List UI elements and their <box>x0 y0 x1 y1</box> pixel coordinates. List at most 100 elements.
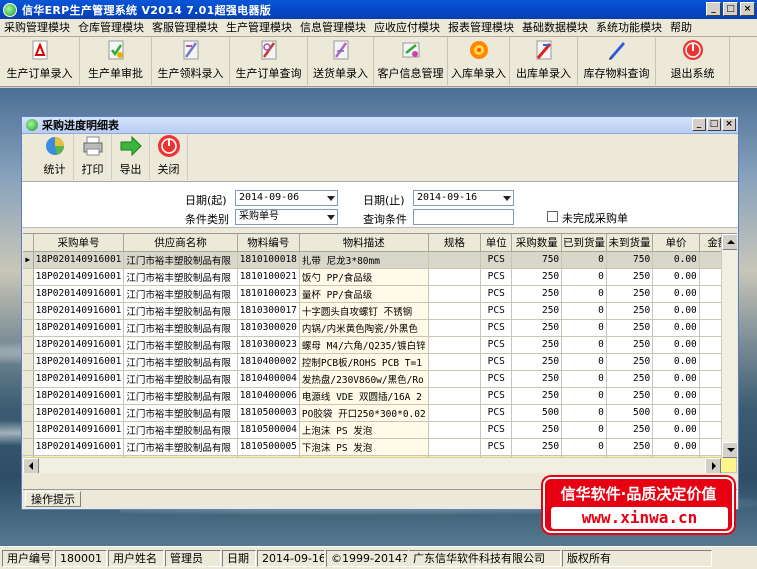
table-cell[interactable]: 量杯 PP/食品级 <box>299 285 429 303</box>
minimize-button[interactable]: _ <box>706 2 721 16</box>
exit-system-button[interactable]: 退出系统 <box>656 37 730 85</box>
table-cell[interactable]: 250 <box>606 421 654 439</box>
table-cell[interactable]: 0 <box>561 268 607 286</box>
column-header[interactable]: 单位 <box>480 234 513 252</box>
table-cell[interactable]: 250 <box>606 336 654 354</box>
table-cell[interactable]: 0.00 <box>652 387 700 405</box>
table-cell[interactable]: 250 <box>606 268 654 286</box>
table-cell[interactable]: 0.00 <box>652 370 700 388</box>
table-cell[interactable]: PCS <box>480 404 513 422</box>
table-row[interactable]: 18P020140916001 江门市裕丰塑胶制品有限 1810300020 内锅/内… <box>23 319 737 337</box>
table-cell[interactable]: 0 <box>561 404 607 422</box>
table-cell[interactable]: 250 <box>511 302 563 320</box>
table-cell[interactable] <box>428 251 482 269</box>
child-maximize-button[interactable]: □ <box>707 118 721 131</box>
stock-out-entry-button[interactable]: 出库单录入 <box>510 37 578 85</box>
table-cell[interactable]: 江门市裕丰塑胶制品有限 <box>123 319 238 337</box>
column-header[interactable]: 规格 <box>428 234 482 252</box>
statistics-button[interactable]: 统计 <box>36 134 74 180</box>
table-row[interactable]: 18P020140916001 江门市裕丰塑胶制品有限 1810500004 上泡沫 … <box>23 421 737 439</box>
table-cell[interactable]: 下泡沫 PS 发泡 <box>299 438 429 456</box>
table-cell[interactable]: 250 <box>511 285 563 303</box>
column-header[interactable]: 采购数量 <box>511 234 563 252</box>
table-cell[interactable]: 0 <box>561 353 607 371</box>
production-order-query-button[interactable]: 生产订单查询 <box>230 37 308 85</box>
table-cell[interactable]: 0 <box>561 319 607 337</box>
menu-customer-service[interactable]: 客服管理模块 <box>148 20 222 36</box>
table-cell[interactable]: 18P020140916001 <box>33 319 125 337</box>
unfinished-checkbox[interactable] <box>547 211 558 222</box>
menu-receivable-payable[interactable]: 应收应付模块 <box>370 20 444 36</box>
column-header[interactable]: 供应商名称 <box>123 234 238 252</box>
table-cell[interactable]: 18P020140916001 <box>33 438 125 456</box>
scroll-right-icon[interactable] <box>705 458 721 473</box>
table-cell[interactable]: 0.00 <box>652 421 700 439</box>
production-approval-button[interactable]: 生产单审批 <box>80 37 152 85</box>
stock-in-entry-button[interactable]: 入库单录入 <box>448 37 510 85</box>
table-cell[interactable]: 0 <box>561 251 607 269</box>
table-cell[interactable]: 0.00 <box>652 268 700 286</box>
table-cell[interactable]: 控制PCB板/ROHS PCB T=1 <box>299 353 429 371</box>
table-cell[interactable]: 1810400002 <box>237 353 300 371</box>
column-header[interactable]: 单价 <box>652 234 700 252</box>
table-cell[interactable]: 250 <box>606 285 654 303</box>
table-cell[interactable]: 500 <box>606 404 654 422</box>
delivery-note-entry-button[interactable]: 送货单录入 <box>308 37 374 85</box>
table-cell[interactable]: PCS <box>480 251 513 269</box>
table-row[interactable]: 18P020140916001 江门市裕丰塑胶制品有限 1810400006 电源线 … <box>23 387 737 405</box>
close-button[interactable]: × <box>740 2 755 16</box>
table-cell[interactable]: 250 <box>511 336 563 354</box>
close-window-button[interactable]: 关闭 <box>150 134 188 180</box>
print-button[interactable]: 打印 <box>74 134 112 180</box>
table-cell[interactable]: 饭勺 PP/食品级 <box>299 268 429 286</box>
table-cell[interactable]: 1810100023 <box>237 285 300 303</box>
table-cell[interactable] <box>428 438 482 456</box>
table-cell[interactable]: 0 <box>561 421 607 439</box>
row-indicator[interactable] <box>23 319 34 337</box>
table-cell[interactable]: 1810300020 <box>237 319 300 337</box>
table-cell[interactable]: 18P020140916001 <box>33 404 125 422</box>
material-requisition-button[interactable]: 生产领料录入 <box>152 37 230 85</box>
table-cell[interactable]: 上泡沫 PS 发泡 <box>299 421 429 439</box>
table-cell[interactable]: 江门市裕丰塑胶制品有限 <box>123 387 238 405</box>
table-cell[interactable] <box>428 370 482 388</box>
scroll-down-icon[interactable] <box>722 442 737 458</box>
table-cell[interactable]: 0.00 <box>652 438 700 456</box>
table-cell[interactable]: 江门市裕丰塑胶制品有限 <box>123 353 238 371</box>
menu-help[interactable]: 帮助 <box>666 20 696 36</box>
table-cell[interactable]: PCS <box>480 268 513 286</box>
export-button[interactable]: 导出 <box>112 134 150 180</box>
date-to-select[interactable]: 2014-09-16 <box>413 190 514 206</box>
row-indicator[interactable] <box>23 336 34 354</box>
table-cell[interactable]: 0 <box>561 336 607 354</box>
row-indicator[interactable] <box>23 302 34 320</box>
scroll-left-icon[interactable] <box>23 458 39 473</box>
table-cell[interactable]: 江门市裕丰塑胶制品有限 <box>123 438 238 456</box>
table-cell[interactable] <box>428 421 482 439</box>
horizontal-scrollbar[interactable] <box>23 457 721 473</box>
menu-base-data[interactable]: 基础数据模块 <box>518 20 592 36</box>
table-cell[interactable] <box>428 404 482 422</box>
table-cell[interactable]: 江门市裕丰塑胶制品有限 <box>123 421 238 439</box>
table-cell[interactable]: 0 <box>561 285 607 303</box>
table-cell[interactable]: PCS <box>480 319 513 337</box>
table-cell[interactable]: 1810100018 <box>237 251 300 269</box>
table-cell[interactable]: 1810400004 <box>237 370 300 388</box>
table-cell[interactable]: 0.00 <box>652 285 700 303</box>
table-cell[interactable]: 0.00 <box>652 336 700 354</box>
row-indicator[interactable] <box>23 370 34 388</box>
table-cell[interactable] <box>428 302 482 320</box>
table-cell[interactable]: 0 <box>561 302 607 320</box>
table-cell[interactable]: 18P020140916001 <box>33 421 125 439</box>
table-cell[interactable]: 0.00 <box>652 302 700 320</box>
table-cell[interactable]: 250 <box>511 353 563 371</box>
child-minimize-button[interactable]: _ <box>692 118 706 131</box>
row-indicator[interactable] <box>23 285 34 303</box>
column-header[interactable]: 采购单号 <box>33 234 125 252</box>
table-cell[interactable]: 1810400006 <box>237 387 300 405</box>
table-cell[interactable]: 250 <box>511 421 563 439</box>
table-cell[interactable]: 250 <box>606 319 654 337</box>
table-cell[interactable]: 500 <box>511 404 563 422</box>
table-row[interactable]: 18P020140916001 江门市裕丰塑胶制品有限 1810500005 下泡沫 … <box>23 438 737 456</box>
table-cell[interactable]: 250 <box>511 268 563 286</box>
